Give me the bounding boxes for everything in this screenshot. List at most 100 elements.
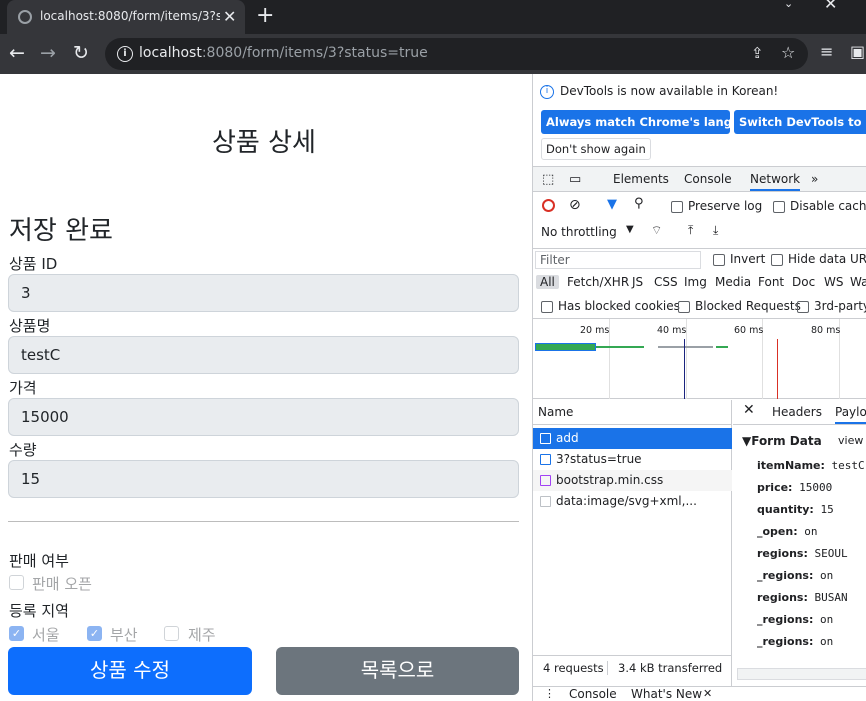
region-busan-label: 부산 <box>110 626 138 644</box>
drawer-tab-whats-new[interactable]: What's New <box>631 687 702 701</box>
region-jeju-checkbox[interactable] <box>164 626 179 641</box>
form-data-title[interactable]: ▼Form Data <box>742 434 822 448</box>
request-row[interactable]: data:image/svg+xml,... <box>533 491 732 512</box>
document-icon <box>540 454 551 465</box>
horizontal-scrollbar[interactable] <box>737 668 866 680</box>
new-tab-icon[interactable]: + <box>256 3 274 29</box>
window-close-icon[interactable]: ✕ <box>824 0 837 13</box>
form-data-entry: regions: SEOUL <box>757 547 848 560</box>
reload-icon[interactable]: ↻ <box>73 42 89 64</box>
close-tab-icon[interactable]: ✕ <box>223 7 236 27</box>
tab-console[interactable]: Console <box>684 172 732 186</box>
request-row[interactable]: 3?status=true <box>533 449 732 470</box>
filter-type-fetch[interactable]: Fetch/XHR <box>567 275 629 289</box>
site-info-icon[interactable]: i <box>117 46 133 62</box>
item-id-field[interactable]: 3 <box>8 274 519 312</box>
price-label: 가격 <box>9 379 37 397</box>
region-busan-checkbox[interactable]: ✓ <box>87 626 102 641</box>
download-icon[interactable]: ⤓ <box>713 223 718 238</box>
request-row[interactable]: add <box>533 428 732 449</box>
chevron-down-icon[interactable]: ▼ <box>626 224 634 235</box>
item-id-label: 상품 ID <box>9 255 58 273</box>
request-detail: ✕ Headers Payload ▼Form Data view itemNa… <box>733 400 866 701</box>
transferred-size: 3.4 kB transferred <box>607 661 722 675</box>
open-checkbox[interactable] <box>9 575 24 590</box>
filter-input[interactable]: Filter <box>535 251 701 269</box>
match-language-button[interactable]: Always match Chrome's language <box>541 110 730 134</box>
filter-type-font[interactable]: Font <box>758 275 784 289</box>
drawer-tab-console[interactable]: Console <box>569 687 617 701</box>
browser-tab[interactable]: localhost:8080/form/items/3?status=true … <box>7 0 245 34</box>
blocked-row: Has blocked cookies Blocked Requests 3rd… <box>533 298 866 316</box>
timeline-bar <box>535 343 596 351</box>
tab-elements[interactable]: Elements <box>613 172 669 186</box>
inspect-element-icon[interactable]: ⬚ <box>542 172 554 187</box>
third-party-checkbox[interactable]: 3rd-party <box>797 299 866 313</box>
name-column-header[interactable]: Name <box>533 400 732 425</box>
document-icon <box>540 433 551 444</box>
filter-type-img[interactable]: Img <box>684 275 707 289</box>
forward-icon[interactable]: → <box>40 42 56 64</box>
switch-language-button[interactable]: Switch DevTools to Korean <box>734 110 866 134</box>
preserve-log-checkbox[interactable]: Preserve log <box>671 199 762 213</box>
item-name-field[interactable]: testC <box>8 336 519 374</box>
media-queue-icon[interactable]: ≡ <box>820 42 833 61</box>
tick-80ms: 80 ms <box>811 325 841 336</box>
network-conditions-icon[interactable]: ⌔ <box>651 223 662 238</box>
search-icon[interactable]: ⚲ <box>634 196 644 211</box>
blocked-requests-checkbox[interactable]: Blocked Requests <box>678 299 801 313</box>
throttle-row: No throttling ▼ ⌔ ⤒ ⤓ <box>533 223 866 244</box>
quantity-label: 수량 <box>9 441 37 459</box>
clear-icon[interactable]: ⊘ <box>569 197 581 213</box>
device-toolbar-icon[interactable]: ▭ <box>569 172 581 187</box>
price-field[interactable]: 15000 <box>8 398 519 436</box>
open-checkbox-label: 판매 오픈 <box>32 575 92 593</box>
devtools-tab-bar: ⬚ ▭ Elements Console Network » <box>533 166 866 192</box>
edit-item-button[interactable]: 상품 수정 <box>8 647 252 695</box>
drawer-menu-icon[interactable]: ⋮ <box>544 687 555 700</box>
address-bar[interactable]: i localhost:8080/form/items/3?status=tru… <box>105 38 808 70</box>
invert-checkbox[interactable]: Invert <box>713 252 765 266</box>
region-seoul-checkbox[interactable]: ✓ <box>9 626 24 641</box>
tab-headers[interactable]: Headers <box>772 405 822 419</box>
filter-type-doc[interactable]: Doc <box>792 275 815 289</box>
share-icon[interactable]: ⇪ <box>751 44 764 62</box>
back-icon[interactable]: ← <box>9 42 25 64</box>
saved-message: 저장 완료 <box>9 216 113 246</box>
tab-payload[interactable]: Payload <box>835 405 866 424</box>
filter-type-js[interactable]: JS <box>632 275 643 289</box>
filter-type-ws[interactable]: WS <box>824 275 843 289</box>
blocked-cookies-checkbox[interactable]: Has blocked cookies <box>541 299 680 313</box>
view-source-link[interactable]: view <box>838 434 863 447</box>
form-data-entry: _regions: on <box>757 569 834 582</box>
more-tabs-icon[interactable]: » <box>811 172 818 186</box>
bookmark-star-icon[interactable]: ☆ <box>781 43 795 62</box>
url-text: localhost:8080/form/items/3?status=true <box>139 45 428 61</box>
form-data-entry: itemName: testC <box>757 459 865 472</box>
filter-icon[interactable]: ▼ <box>607 197 617 212</box>
timeline-bar <box>716 346 728 348</box>
filter-type-css[interactable]: CSS <box>654 275 678 289</box>
filter-type-all[interactable]: All <box>536 275 559 289</box>
disable-cache-checkbox[interactable]: Disable cache <box>773 199 866 213</box>
close-detail-icon[interactable]: ✕ <box>743 402 755 418</box>
sidepanel-icon[interactable]: ▣ <box>850 42 865 61</box>
network-timeline: 20 ms 40 ms 60 ms 80 ms <box>533 318 866 399</box>
dont-show-again-button[interactable]: Don't show again <box>541 138 651 160</box>
load-line <box>777 339 778 399</box>
hide-data-urls-checkbox[interactable]: Hide data URLs <box>771 252 866 266</box>
record-icon[interactable] <box>542 199 555 212</box>
window-minimize-icon[interactable]: ⌄ <box>784 0 793 10</box>
throttling-select[interactable]: No throttling <box>541 225 617 239</box>
list-button[interactable]: 목록으로 <box>276 647 519 695</box>
filter-row: Filter Invert Hide data URLs <box>533 248 866 270</box>
filter-type-media[interactable]: Media <box>715 275 751 289</box>
filter-type-wasm[interactable]: Wa <box>850 275 866 289</box>
upload-icon[interactable]: ⤒ <box>688 223 693 238</box>
close-drawer-tab-icon[interactable]: ✕ <box>703 687 712 700</box>
tab-network[interactable]: Network <box>750 172 801 191</box>
page-content: 상품 상세 저장 완료 상품 ID 3 상품명 testC 가격 15000 수… <box>0 74 532 701</box>
quantity-field[interactable]: 15 <box>8 460 519 498</box>
request-row[interactable]: bootstrap.min.css <box>533 470 732 491</box>
form-data-entry: quantity: 15 <box>757 503 834 516</box>
